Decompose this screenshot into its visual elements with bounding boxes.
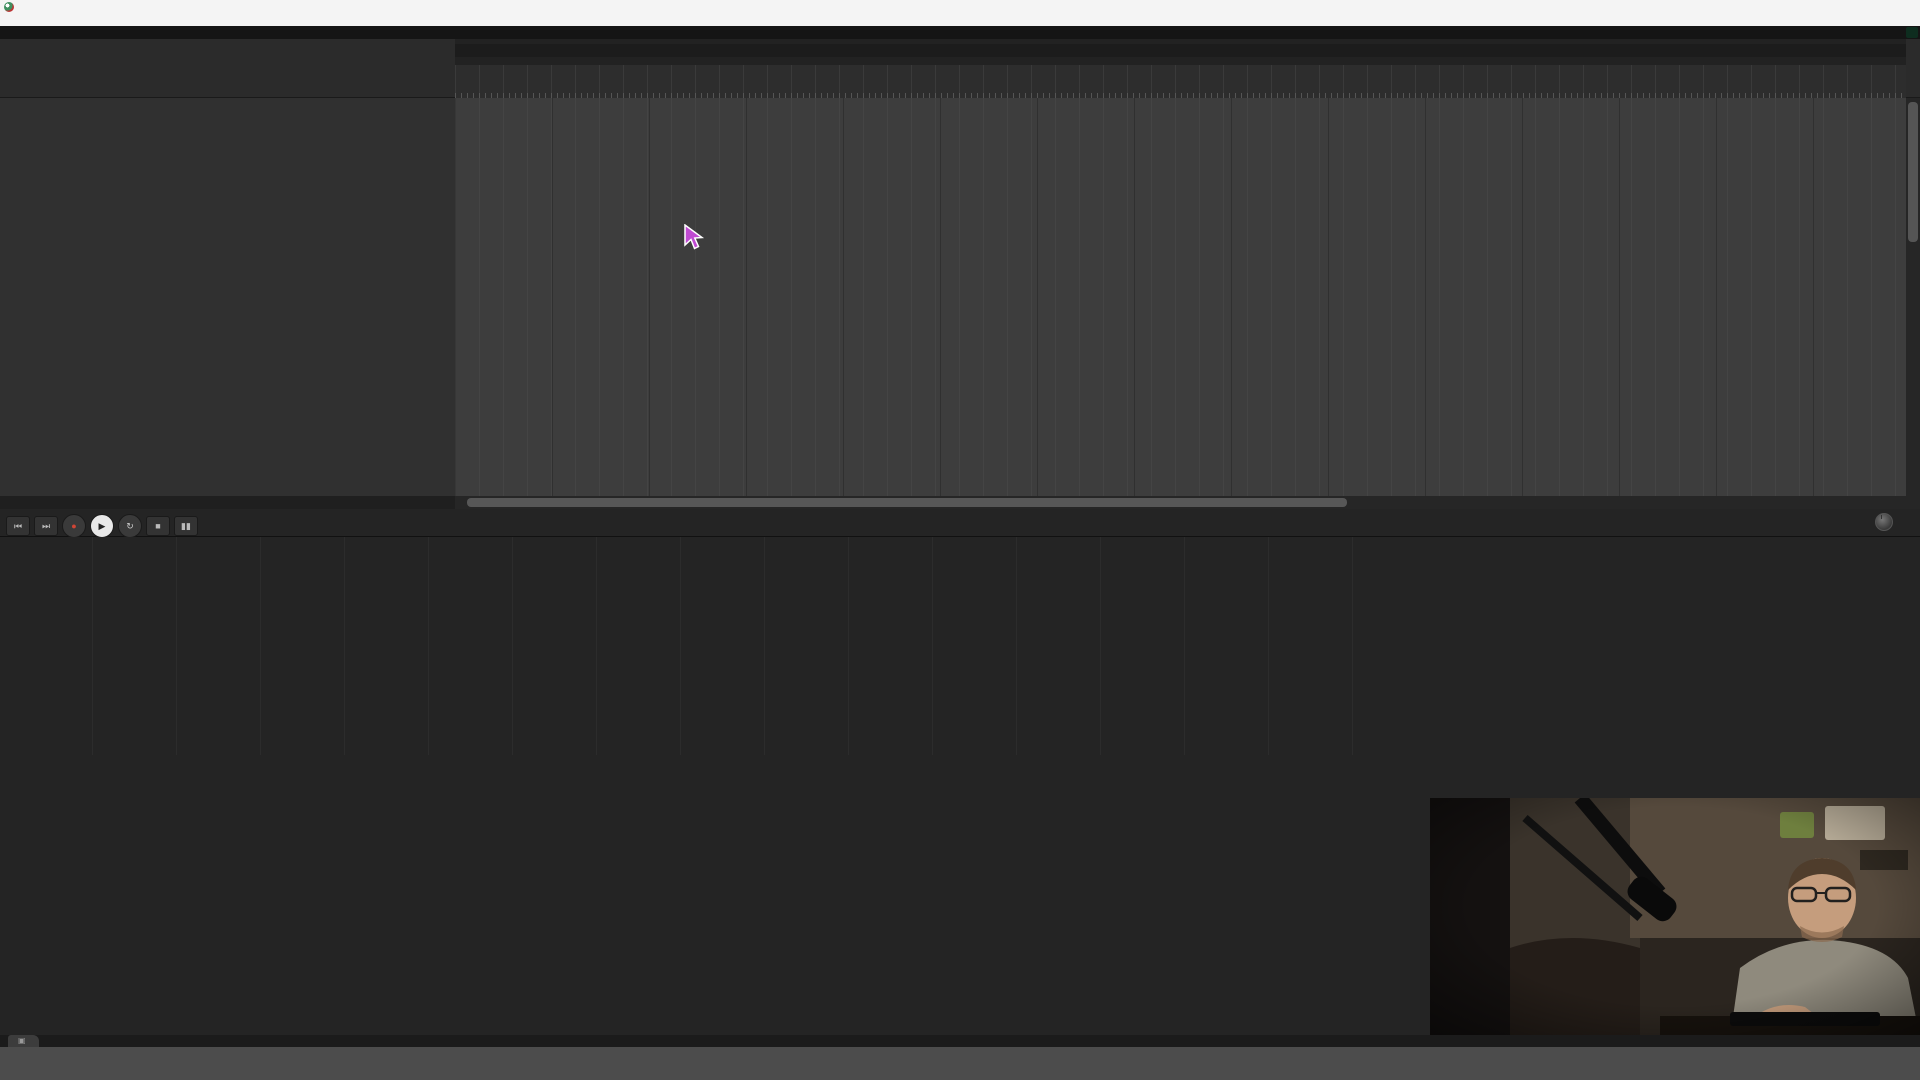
reaper-app-icon	[4, 2, 14, 12]
new-tab-icon[interactable]	[0, 27, 14, 39]
go-to-end-button[interactable]: ⏭	[34, 516, 58, 536]
ruler-ticks[interactable]	[455, 65, 1906, 98]
playrate-knob[interactable]	[1875, 513, 1893, 531]
mouse-cursor	[683, 223, 707, 252]
webcam-overlay	[1430, 793, 1920, 1038]
mixer-docker-tab[interactable]: ▣	[8, 1035, 39, 1047]
taskbar	[0, 1047, 1920, 1080]
scrollbar-thumb[interactable]	[1908, 102, 1918, 242]
envelope-status-line	[0, 496, 455, 509]
timeline-ruler[interactable]	[455, 39, 1906, 98]
docker-tab-row: ▣	[0, 1035, 1920, 1047]
docker-icon: ▣	[18, 1036, 26, 1045]
project-tab-bar	[0, 26, 1920, 39]
repeat-button[interactable]: ↻	[118, 514, 142, 538]
go-to-start-button[interactable]: ⏮	[6, 516, 30, 536]
menu-bar	[0, 14, 1920, 26]
play-button[interactable]: ▶	[90, 514, 114, 538]
scrollbar-thumb[interactable]	[467, 498, 1347, 507]
marker-row[interactable]	[455, 44, 1906, 57]
pause-button[interactable]: ▮▮	[174, 516, 198, 536]
stop-button[interactable]: ■	[146, 516, 170, 536]
title-bar	[0, 0, 1920, 14]
reaper-window: ⏮ ⏭ ● ▶ ↻ ■ ▮▮ ▣	[0, 0, 1920, 1080]
transport-bar: ⏮ ⏭ ● ▶ ↻ ■ ▮▮	[0, 509, 1920, 538]
track-control-panel	[0, 98, 455, 496]
monitor-fx-badge[interactable]	[1906, 27, 1918, 38]
selection-readout	[1749, 513, 1914, 531]
mixer-column-grid	[92, 537, 1436, 755]
webcam-video	[1430, 793, 1920, 1038]
arrange-horizontal-scrollbar[interactable]	[455, 496, 1920, 509]
arrange-vertical-scrollbar[interactable]	[1906, 98, 1920, 496]
record-button[interactable]: ●	[62, 514, 86, 538]
arrange-view[interactable]	[455, 98, 1906, 496]
